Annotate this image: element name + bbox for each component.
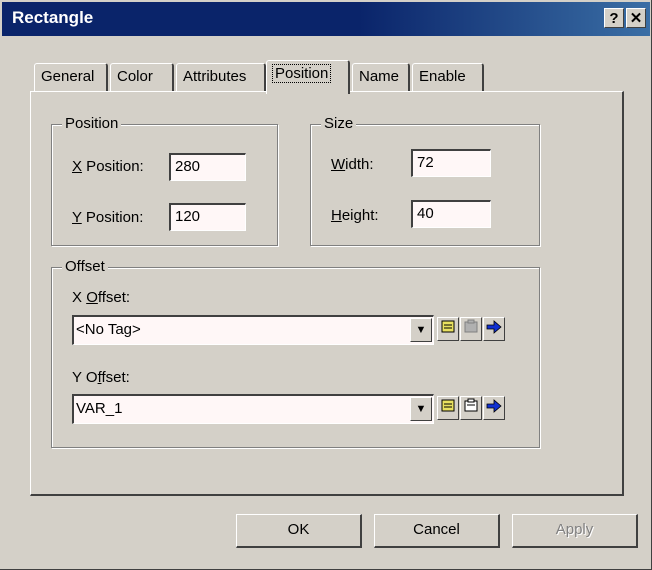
tab-position-label: Position	[271, 64, 332, 83]
x-offset-combo[interactable]: <No Tag> ▼	[72, 315, 434, 345]
width-label: Width:	[331, 156, 374, 173]
height-field[interactable]: 40	[411, 200, 491, 228]
tab-position[interactable]: Position	[266, 60, 350, 94]
width-hotkey: W	[331, 156, 346, 173]
x-offset-label-text: ffset:	[97, 289, 131, 306]
goto-arrow-icon[interactable]	[483, 317, 505, 341]
y-offset-label-text: fset:	[101, 369, 130, 386]
title-bar[interactable]: Rectangle ? ✕	[2, 2, 650, 36]
x-position-field[interactable]: 280	[169, 153, 246, 181]
tab-attributes-label: Attributes	[183, 68, 247, 85]
position-group-legend: Position	[62, 115, 122, 132]
x-position-label: X Position:	[72, 158, 144, 175]
close-button[interactable]: ✕	[626, 8, 646, 28]
offset-group-legend: Offset	[62, 258, 108, 275]
help-button[interactable]: ?	[604, 8, 624, 28]
height-hotkey: H	[331, 207, 342, 224]
cancel-button[interactable]: Cancel	[374, 514, 500, 548]
height-label-text: eight:	[341, 207, 379, 224]
goto-arrow-icon[interactable]	[483, 396, 505, 420]
y-offset-combo[interactable]: VAR_1 ▼	[72, 394, 434, 424]
rectangle-dialog: Rectangle ? ✕ General Color Attributes P…	[0, 0, 652, 570]
tab-name[interactable]: Name	[352, 63, 410, 92]
dropdown-arrow-icon[interactable]: ▼	[410, 318, 432, 342]
y-offset-value: VAR_1	[76, 400, 123, 417]
tab-general-label: General	[41, 68, 95, 85]
position-tab-panel: Position X Position: 280 Y Position: 120…	[30, 91, 624, 496]
y-offset-label: Y Offset:	[72, 369, 130, 386]
x-offset-label-pre: X	[72, 289, 87, 306]
y-position-label-text: Position:	[81, 209, 144, 226]
x-offset-value: <No Tag>	[76, 321, 141, 338]
width-label-text: idth:	[345, 156, 374, 173]
tab-enable-label: Enable	[419, 68, 466, 85]
position-group: Position X Position: 280 Y Position: 120	[51, 115, 278, 246]
offset-group: Offset X Offset: <No Tag> ▼ Y Offset: VA…	[51, 258, 540, 448]
ok-button[interactable]: OK	[236, 514, 362, 548]
width-field[interactable]: 72	[411, 149, 491, 177]
y-position-hotkey: Y	[72, 209, 82, 226]
tab-color[interactable]: Color	[110, 63, 174, 92]
x-position-hotkey: X	[72, 158, 83, 175]
y-offset-label-pre: Y O	[72, 369, 98, 386]
tag-properties-icon[interactable]	[460, 317, 482, 341]
tab-name-label: Name	[359, 68, 400, 85]
x-offset-label: X Offset:	[72, 289, 130, 306]
tag-browser-icon[interactable]	[437, 396, 459, 420]
size-group-legend: Size	[321, 115, 357, 132]
tab-attributes[interactable]: Attributes	[176, 63, 266, 92]
tab-color-label: Color	[117, 68, 153, 85]
y-position-field[interactable]: 120	[169, 203, 246, 231]
window-title: Rectangle	[12, 8, 94, 27]
tag-browser-icon[interactable]	[437, 317, 459, 341]
tab-enable[interactable]: Enable	[412, 63, 484, 92]
y-position-label: Y Position:	[72, 209, 143, 226]
x-position-label-text: Position:	[82, 158, 144, 175]
dropdown-arrow-icon[interactable]: ▼	[410, 397, 432, 421]
apply-button[interactable]: Apply	[512, 514, 638, 548]
x-offset-hotkey: O	[86, 289, 98, 306]
height-label: Height:	[331, 207, 379, 224]
size-group: Size Width: 72 Height: 40	[310, 115, 540, 246]
tab-general[interactable]: General	[34, 63, 108, 92]
tag-properties-icon[interactable]	[460, 396, 482, 420]
